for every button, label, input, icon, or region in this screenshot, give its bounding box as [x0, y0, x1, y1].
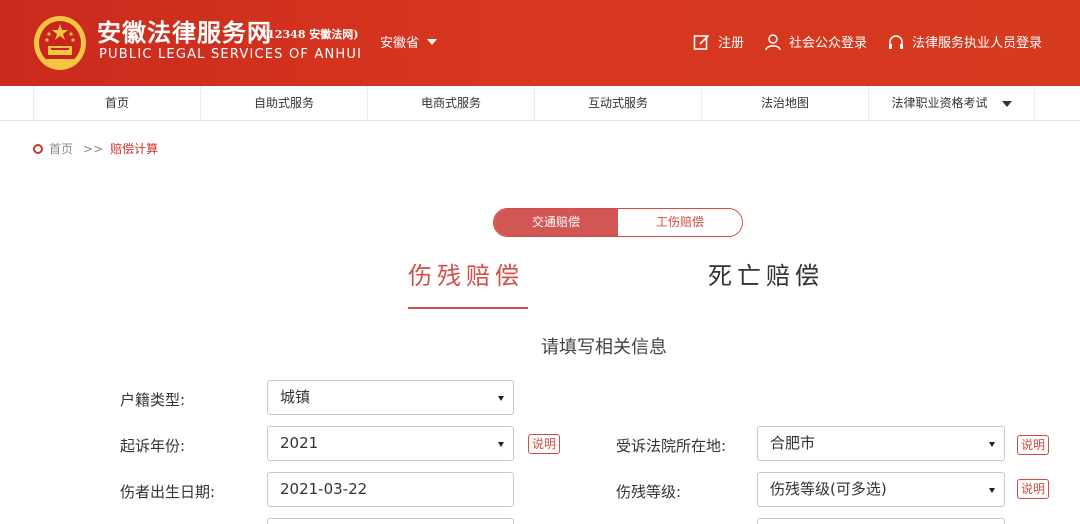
next-row-input[interactable]	[267, 518, 514, 524]
court-location-help-button[interactable]: 说明	[1017, 435, 1050, 455]
filing-year-help-button[interactable]: 说明	[528, 434, 561, 454]
main-nav: 首页 自助式服务 电商式服务 互动式服务 法治地图 法律职业资格考试	[0, 86, 1080, 121]
register-label: 注册	[718, 36, 745, 51]
household-type-label: 户籍类型:	[120, 391, 186, 409]
site-title: 安徽法律服务网	[97, 18, 272, 47]
nav-item-home[interactable]: 首页	[33, 86, 200, 120]
active-tab-underline	[408, 307, 528, 309]
breadcrumb-current: 赔偿计算	[110, 142, 159, 156]
disability-grade-select[interactable]: 伤残等级(可多选)	[757, 472, 1005, 507]
breadcrumb: 首页 >> 赔偿计算	[33, 140, 158, 157]
headset-icon	[889, 34, 903, 49]
site-subtitle: (12348 安徽法网)	[262, 28, 359, 41]
court-location-select[interactable]: 合肥市	[757, 426, 1005, 461]
public-login-link[interactable]: 社会公众登录	[764, 32, 867, 51]
disability-grade-label: 伤残等级:	[616, 483, 682, 501]
chevron-down-icon	[427, 38, 438, 45]
household-type-select[interactable]: 城镇	[267, 380, 514, 415]
practitioner-login-link[interactable]: 法律服务执业人员登录	[887, 32, 1042, 51]
compensation-type-toggle: 交通赔偿 工伤赔偿	[493, 208, 743, 237]
filing-year-label: 起诉年份:	[120, 437, 186, 455]
tab-work-injury-compensation[interactable]: 工伤赔偿	[618, 209, 742, 236]
nav-item-interactive-service[interactable]: 互动式服务	[534, 86, 701, 120]
register-link[interactable]: 注册	[693, 32, 744, 51]
province-selector[interactable]: 安徽省	[380, 32, 438, 51]
site-header: 安徽法律服务网 (12348 安徽法网) PUBLIC LEGAL SERVIC…	[0, 0, 1080, 86]
nav-item-self-service[interactable]: 自助式服务	[200, 86, 367, 120]
nav-item-ecommerce-service[interactable]: 电商式服务	[367, 86, 534, 120]
user-icon	[765, 33, 781, 50]
tab-traffic-compensation[interactable]: 交通赔偿	[494, 209, 618, 236]
breadcrumb-separator: >>	[83, 141, 104, 156]
edit-icon	[693, 34, 710, 50]
breadcrumb-home-link[interactable]: 首页	[49, 140, 73, 157]
site-english-name: PUBLIC LEGAL SERVICES OF ANHUI	[99, 47, 363, 62]
chevron-down-icon	[1001, 100, 1012, 107]
national-emblem-icon	[34, 16, 86, 70]
practitioner-login-label: 法律服务执业人员登录	[912, 36, 1043, 51]
birth-date-label: 伤者出生日期:	[120, 483, 216, 501]
province-label: 安徽省	[380, 36, 420, 51]
tab-death-compensation[interactable]: 死亡赔偿	[708, 256, 824, 291]
nav-item-law-map[interactable]: 法治地图	[701, 86, 868, 120]
form-title: 请填写相关信息	[541, 337, 667, 358]
court-location-label: 受诉法院所在地:	[616, 437, 727, 455]
nav-item-bar-exam-label: 法律职业资格考试	[891, 96, 988, 110]
next-row-select[interactable]	[757, 518, 1005, 524]
birth-date-input[interactable]: 2021-03-22	[267, 472, 514, 507]
location-dot-icon	[33, 143, 43, 154]
public-login-label: 社会公众登录	[789, 36, 868, 51]
nav-item-bar-exam[interactable]: 法律职业资格考试	[868, 86, 1035, 120]
filing-year-select[interactable]: 2021	[267, 426, 514, 461]
disability-grade-help-button[interactable]: 说明	[1017, 479, 1050, 499]
tab-disability-compensation[interactable]: 伤残赔偿	[408, 256, 524, 291]
